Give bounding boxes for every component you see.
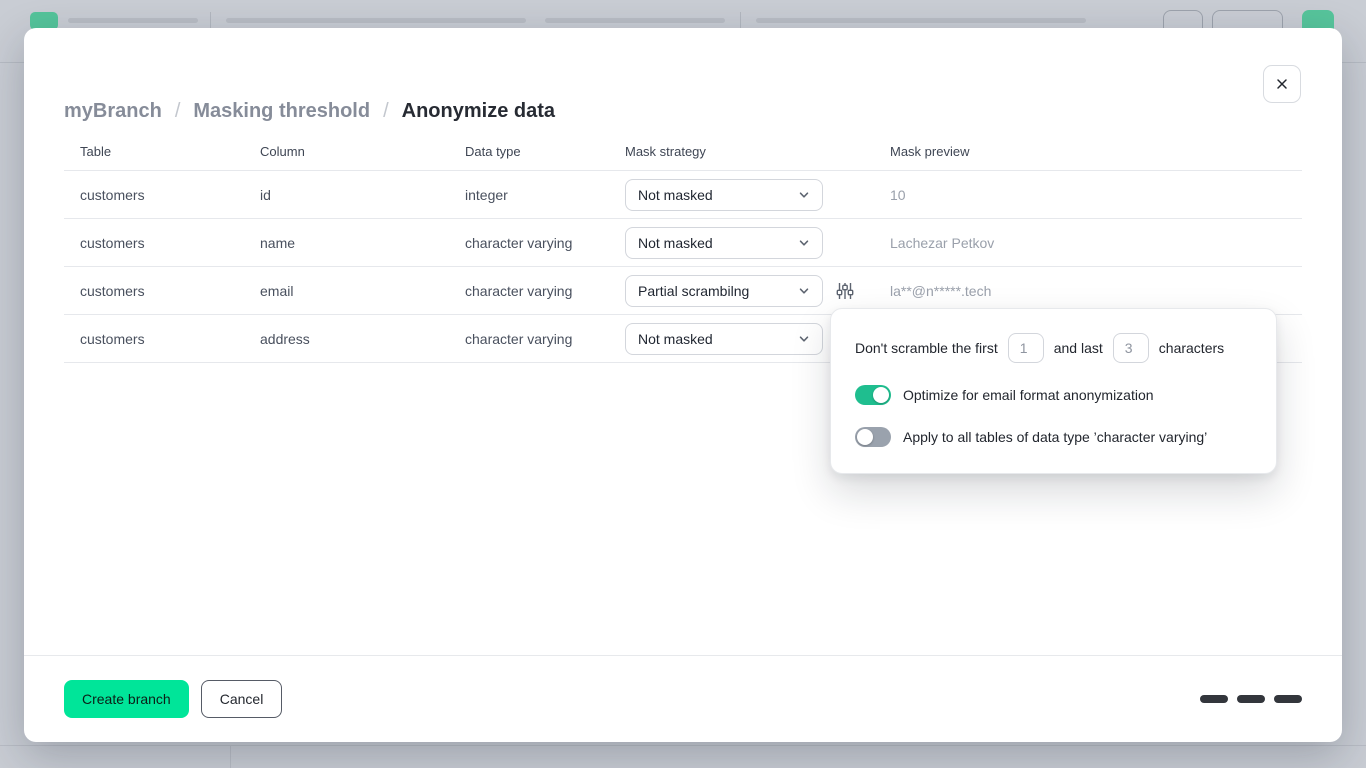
toggle-label: Optimize for email format anonymization [903,387,1154,403]
close-button[interactable] [1263,65,1301,103]
table-header-cell: Mask strategy [609,144,874,159]
scramble-range-setting: Don't scramble the first and last charac… [855,333,1252,363]
table-header-row: TableColumnData typeMask strategyMask pr… [64,132,1302,171]
anonymize-data-modal: myBranch / Masking threshold / Anonymize dat… [24,28,1342,742]
cell-mask-preview: la**@n*****.tech [874,283,1302,299]
drag-handle-dashes [1200,695,1302,703]
breadcrumb-separator: / [383,100,389,123]
chevron-down-icon [796,331,812,347]
scramble-text-suffix: characters [1159,340,1224,356]
cell-table: customers [64,187,244,203]
create-branch-button[interactable]: Create branch [64,680,189,718]
mask-strategy-value: Not masked [638,187,713,203]
breadcrumb-item[interactable]: Masking threshold [193,100,370,123]
mask-strategy-select[interactable]: Not masked [625,323,823,355]
mask-strategy-value: Not masked [638,235,713,251]
cell-data-type: character varying [449,331,609,347]
breadcrumb: myBranch / Masking threshold / Anonymize dat… [64,100,555,123]
cell-mask-preview: 10 [874,187,1302,203]
chevron-down-icon [796,235,812,251]
dash [1237,695,1265,703]
sliders-icon [835,281,855,301]
cell-column: address [244,331,449,347]
breadcrumb-item[interactable]: myBranch [64,100,162,123]
table-row: customers id integer Not masked [64,171,1302,219]
table-header-cell: Data type [449,144,609,159]
toggle-row: Optimize for email format anonymization [855,385,1252,405]
mask-strategy-select[interactable]: Not masked [625,179,823,211]
mask-settings-button[interactable] [835,281,855,301]
cell-table: customers [64,283,244,299]
cell-mask-preview: Lachezar Petkov [874,235,1302,251]
chevron-down-icon [796,283,812,299]
cell-table: customers [64,331,244,347]
cell-column: email [244,283,449,299]
close-icon [1274,76,1290,92]
cell-mask-strategy: Partial scrambilng [609,275,874,307]
cell-table: customers [64,235,244,251]
cancel-button[interactable]: Cancel [201,680,283,718]
scramble-settings-popover: Don't scramble the first and last charac… [830,308,1277,474]
dash [1274,695,1302,703]
table-header-cell: Column [244,144,449,159]
page-skeleton-bar [545,18,725,23]
dash [1200,695,1228,703]
page-skeleton-bar [756,18,1086,23]
cell-mask-strategy: Not masked [609,179,874,211]
mask-strategy-select[interactable]: Not masked [625,227,823,259]
cell-mask-strategy: Not masked [609,227,874,259]
mask-strategy-value: Partial scrambilng [638,283,749,299]
table-row: customers name character varying Not mas… [64,219,1302,267]
mask-strategy-value: Not masked [638,331,713,347]
page-skeleton-bar [226,18,526,23]
scramble-text-prefix: Don't scramble the first [855,340,998,356]
chevron-down-icon [796,187,812,203]
first-chars-input[interactable] [1008,333,1044,363]
page-bottom-divider [0,745,1366,746]
sidebar-edge-divider [230,746,231,768]
toggle-switch[interactable] [855,385,891,405]
cell-data-type: character varying [449,283,609,299]
mask-strategy-select[interactable]: Partial scrambilng [625,275,823,307]
cell-data-type: integer [449,187,609,203]
toggle-label: Apply to all tables of data type ’charac… [903,429,1207,445]
cell-data-type: character varying [449,235,609,251]
table-header-cell: Table [64,144,244,159]
scramble-text-middle: and last [1054,340,1103,356]
last-chars-input[interactable] [1113,333,1149,363]
breadcrumb-separator: / [175,100,181,123]
table-header-cell: Mask preview [874,144,1302,159]
page-skeleton-bar [68,18,198,23]
cell-column: name [244,235,449,251]
modal-footer: Create branch Cancel [24,655,1342,742]
cell-column: id [244,187,449,203]
breadcrumb-item: Anonymize data [402,100,555,123]
toggle-switch[interactable] [855,427,891,447]
toggle-row: Apply to all tables of data type ’charac… [855,427,1252,447]
